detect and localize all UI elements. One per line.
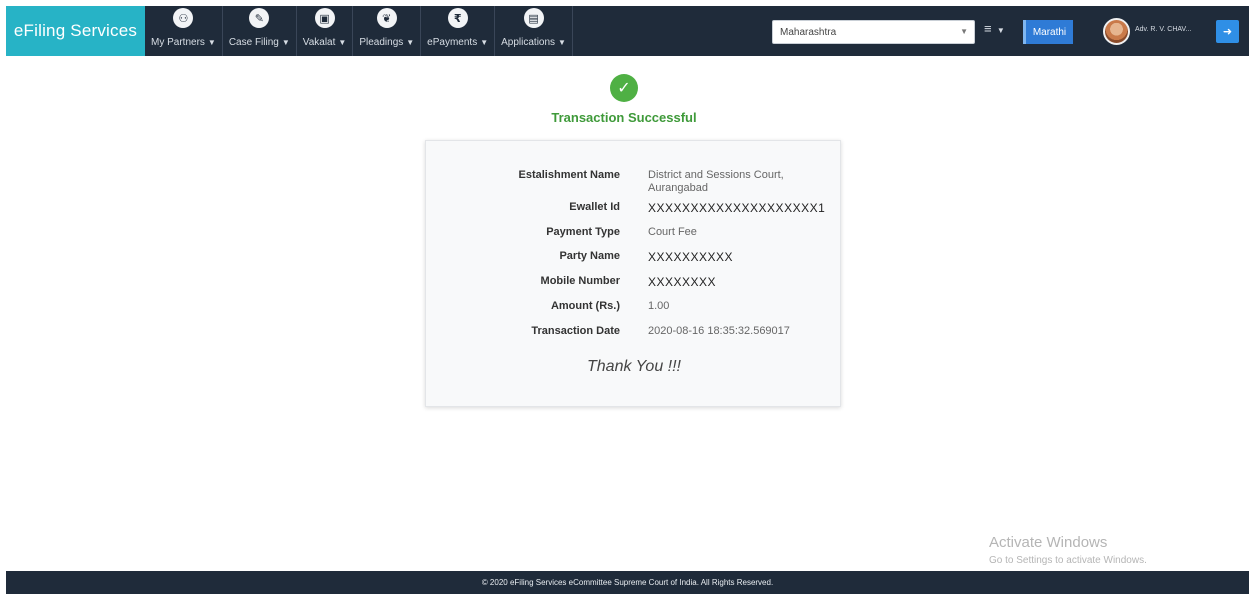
menu-case-filing[interactable]: ✎ Case Filing ▼ <box>223 6 297 56</box>
caret-down-icon: ▼ <box>406 38 415 47</box>
hamburger-menu-button[interactable]: ≡ ▼ <box>984 21 1005 36</box>
success-title: Transaction Successful <box>551 110 697 125</box>
detail-label: Ewallet Id <box>569 201 620 213</box>
file-icon: ▤ <box>523 8 544 28</box>
hamburger-icon: ≡ <box>984 21 992 36</box>
detail-label: Estalishment Name <box>518 169 620 181</box>
transaction-details-card: Estalishment Name District and Sessions … <box>425 140 841 407</box>
caret-down-icon: ▼ <box>281 38 290 47</box>
menu-label: Applications <box>501 37 556 48</box>
footer-copyright: © 2020 eFiling Services eCommittee Supre… <box>481 578 774 587</box>
main-menu: ⚇ My Partners ▼ ✎ Case Filing ▼ ▣ Vakalat ▼… <box>145 6 573 56</box>
detail-value: XXXXXXXXXX <box>648 250 734 264</box>
caret-down-icon: ▼ <box>558 38 566 47</box>
document-icon: ▣ <box>314 8 335 28</box>
watermark-title: Activate Windows <box>989 534 1108 551</box>
menu-label: Case Filing <box>228 37 279 48</box>
menu-applications[interactable]: ▤ Applications ▼ <box>495 6 573 56</box>
app-frame: eFiling Services ⚇ My Partners ▼ ✎ Case F… <box>6 6 1249 594</box>
menu-pleadings[interactable]: ❦ Pleadings ▼ <box>353 6 422 56</box>
check-circle-icon: ✓ <box>610 74 638 102</box>
rupee-icon: ₹ <box>447 8 468 28</box>
caret-down-icon: ▼ <box>480 38 489 47</box>
detail-label: Party Name <box>559 250 620 262</box>
footer: © 2020 eFiling Services eCommittee Supre… <box>6 571 1249 594</box>
menu-epayments[interactable]: ₹ ePayments ▼ <box>421 6 496 56</box>
detail-label: Amount (Rs.) <box>550 300 620 312</box>
menu-label: Pleadings <box>359 37 404 48</box>
logout-button[interactable]: ➜ <box>1216 20 1239 43</box>
logout-icon: ➜ <box>1222 26 1233 38</box>
detail-label: Mobile Number <box>540 275 620 287</box>
detail-value: Court Fee <box>648 226 697 238</box>
state-select-value: Maharashtra <box>780 26 837 38</box>
detail-value: District and Sessions Court, Aurangabad <box>648 169 784 194</box>
menu-vakalat[interactable]: ▣ Vakalat ▼ <box>297 6 354 56</box>
watermark-subtitle: Go to Settings to activate Windows. <box>989 555 1147 566</box>
detail-value: 1.00 <box>648 300 670 312</box>
detail-value: XXXXXXXXXXXXXXXXXXXX1 <box>648 201 826 215</box>
top-navbar: eFiling Services ⚇ My Partners ▼ ✎ Case F… <box>6 6 1249 56</box>
detail-label: Payment Type <box>546 226 620 238</box>
thank-you-message: Thank You !!! <box>587 358 681 375</box>
pencil-icon: ✎ <box>249 8 270 28</box>
caret-down-icon: ▼ <box>338 38 347 47</box>
chevron-down-icon: ▼ <box>960 27 968 36</box>
detail-label: Transaction Date <box>531 325 620 337</box>
brand-logo[interactable]: eFiling Services <box>6 6 145 56</box>
detail-value: 2020-08-16 18:35:32.569017 <box>648 325 790 337</box>
windows-activation-watermark: Activate Windows Go to Settings to activ… <box>989 534 1147 566</box>
users-icon: ⚇ <box>173 8 194 28</box>
menu-label: ePayments <box>427 37 478 48</box>
menu-label: My Partners <box>151 37 205 48</box>
caret-down-icon: ▼ <box>207 38 216 47</box>
user-name[interactable]: Adv. R. V. CHAV... <box>1135 26 1191 33</box>
leaf-icon: ❦ <box>376 8 397 28</box>
menu-label: Vakalat <box>302 37 336 48</box>
detail-value: XXXXXXXX <box>648 275 717 289</box>
language-button[interactable]: Marathi <box>1023 20 1073 44</box>
caret-down-icon: ▼ <box>994 26 1005 35</box>
state-select[interactable]: Maharashtra ▼ <box>772 20 975 44</box>
menu-my-partners[interactable]: ⚇ My Partners ▼ <box>145 6 223 56</box>
avatar[interactable] <box>1103 18 1130 45</box>
